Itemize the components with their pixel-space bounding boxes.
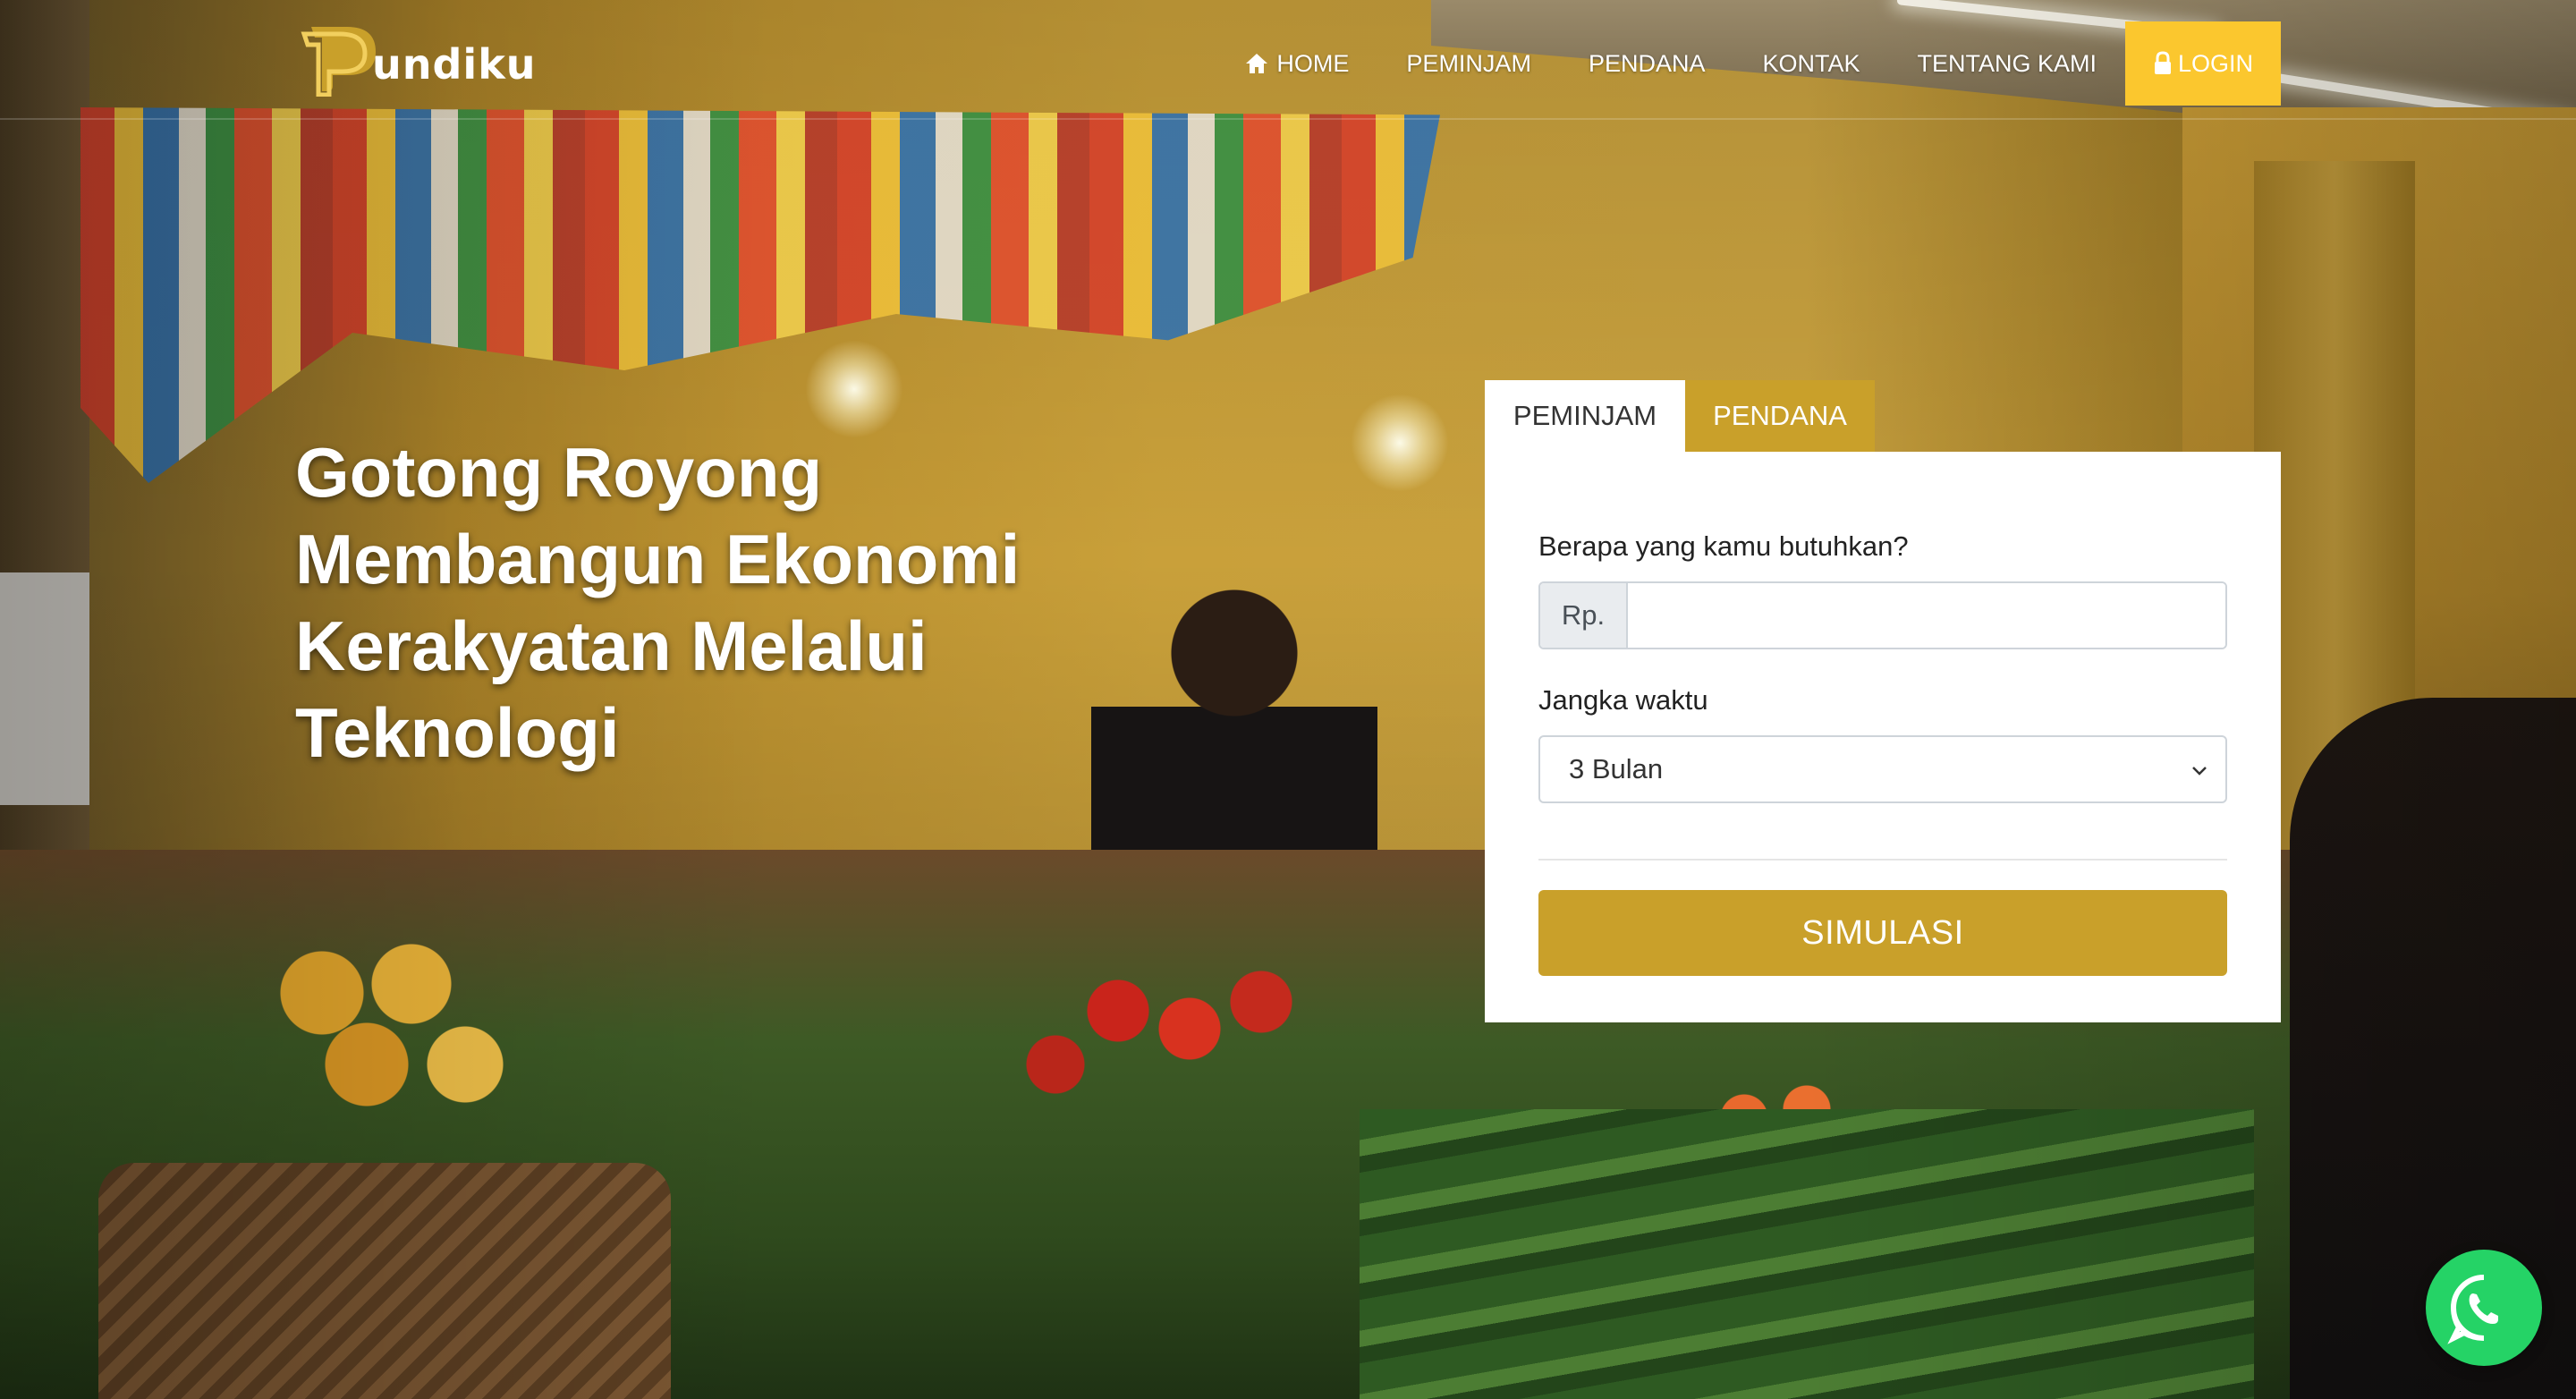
whatsapp-button[interactable]	[2426, 1250, 2542, 1366]
term-select-value: 3 Bulan	[1569, 753, 1664, 784]
nav-tentang-kami[interactable]: TENTANG KAMI	[1917, 50, 2097, 78]
loan-simulator-card: Berapa yang kamu butuhkan? Rp. Jangka wa…	[1485, 452, 2281, 1022]
hero-headline: Gotong Royong Membangun Ekonomi Kerakyat…	[295, 429, 1100, 776]
tab-peminjam[interactable]: PEMINJAM	[1485, 380, 1685, 452]
amount-input-group: Rp.	[1538, 581, 2227, 649]
nav-kontak[interactable]: KONTAK	[1762, 50, 1860, 78]
brand-logo[interactable]: undiku	[295, 18, 537, 98]
form-divider	[1538, 859, 2227, 861]
home-icon	[1246, 54, 1268, 73]
headline-line: Gotong Royong	[295, 433, 823, 512]
amount-label: Berapa yang kamu butuhkan?	[1538, 530, 1909, 562]
term-select[interactable]: 3 Bulan	[1538, 735, 2227, 803]
nav-home[interactable]: HOME	[1244, 50, 1349, 78]
nav-pendana[interactable]: PENDANA	[1589, 50, 1706, 78]
headline-line: Teknologi	[295, 693, 620, 772]
main-nav: HOME PEMINJAM PENDANA KONTAK TENTANG KAM…	[1244, 21, 2281, 106]
nav-pendana-label: PENDANA	[1588, 49, 1706, 77]
simulasi-button[interactable]: SIMULASI	[1538, 890, 2227, 976]
logo-text: undiku	[372, 40, 537, 89]
simulator-tabs: PEMINJAM PENDANA	[1485, 380, 1875, 452]
headline-line: Kerakyatan Melalui	[295, 606, 928, 685]
nav-home-label: HOME	[1276, 49, 1350, 77]
login-button[interactable]: LOGIN	[2125, 21, 2281, 106]
nav-peminjam[interactable]: PEMINJAM	[1406, 50, 1531, 78]
nav-peminjam-label: PEMINJAM	[1406, 49, 1531, 77]
nav-tentang-kami-label: TENTANG KAMI	[1917, 49, 2097, 77]
login-label: LOGIN	[2177, 49, 2254, 77]
chevron-down-icon	[2192, 767, 2207, 776]
whatsapp-icon	[2447, 1275, 2498, 1344]
tab-pendana[interactable]: PENDANA	[1685, 380, 1875, 452]
term-label: Jangka waktu	[1538, 684, 1708, 716]
top-navbar: undiku HOME PEMINJAM PENDANA KONTAK TENT…	[0, 0, 2576, 120]
lock-icon	[2154, 51, 2171, 74]
amount-input[interactable]	[1628, 583, 2225, 648]
nav-kontak-label: KONTAK	[1762, 49, 1860, 77]
pundiku-logo-mark-icon	[295, 20, 385, 98]
headline-line: Membangun Ekonomi	[295, 520, 1021, 598]
currency-prefix: Rp.	[1540, 583, 1628, 648]
